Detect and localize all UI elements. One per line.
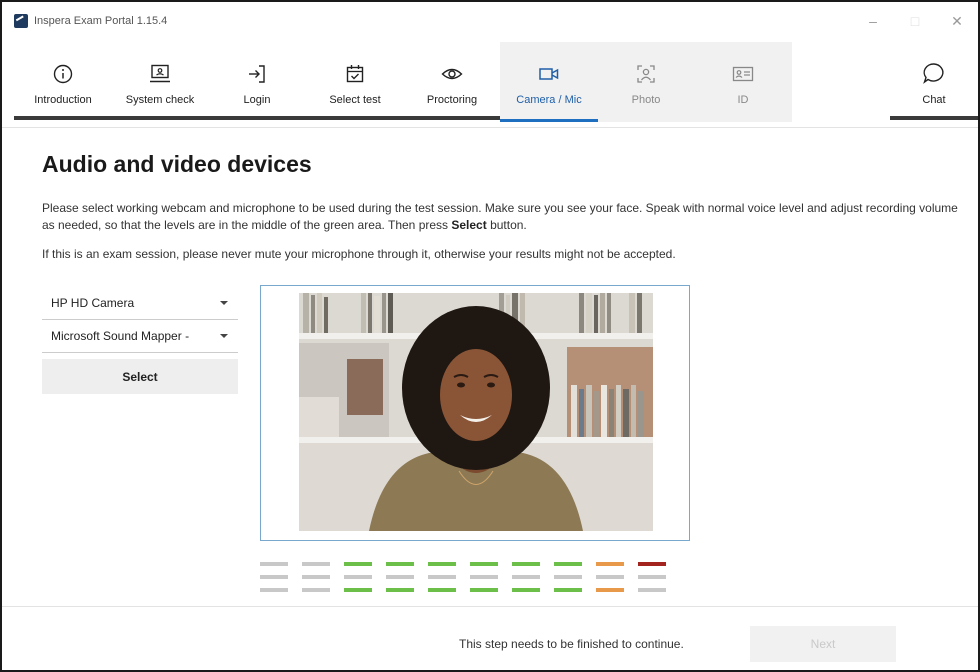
volume-meter-segment [596, 588, 624, 592]
step-id: ID [694, 42, 792, 122]
camera-select[interactable]: HP HD Camera [42, 287, 238, 320]
completed-steps-bar [14, 116, 500, 120]
select-button[interactable]: Select [42, 359, 238, 394]
app-logo-icon [14, 14, 28, 28]
volume-meter-segment [386, 562, 414, 566]
step-select-test[interactable]: Select test [306, 42, 404, 122]
step-camera-mic[interactable]: Camera / Mic [500, 42, 598, 122]
device-panel: HP HD Camera Microsoft Sound Mapper - Se… [42, 287, 238, 394]
page-title: Audio and video devices [42, 151, 312, 177]
volume-meter-segment [428, 575, 456, 579]
calendar-icon [346, 65, 364, 83]
volume-meter-segment [260, 575, 288, 579]
minimize-button[interactable]: – [852, 2, 894, 40]
step-label: Proctoring [426, 94, 478, 106]
chevron-down-icon [220, 334, 228, 338]
camera-select-value: HP HD Camera [51, 296, 135, 310]
chat-label: Chat [922, 94, 946, 106]
volume-meter-segment [428, 588, 456, 592]
volume-meter-segment [554, 562, 582, 566]
chat-bubble-icon [923, 63, 944, 84]
volume-meter-segment [344, 588, 372, 592]
step-label: Select test [329, 94, 381, 106]
laptop-icon [150, 64, 170, 83]
chat-tab-bar [890, 116, 978, 120]
volume-meter-segment [302, 575, 330, 579]
volume-meter-segment [470, 588, 498, 592]
camera-preview-frame [260, 285, 690, 541]
step-label: Introduction [34, 94, 92, 106]
instructions-text: Please select working webcam and microph… [42, 201, 958, 232]
close-button[interactable]: ✕ [936, 2, 978, 40]
footer-message: This step needs to be finished to contin… [459, 637, 684, 651]
app-window: Inspera Exam Portal 1.15.4 – □ ✕ Introdu… [0, 0, 980, 672]
active-step-indicator [500, 119, 598, 122]
camera-preview [299, 293, 653, 531]
volume-meter-segment [638, 588, 666, 592]
step-system-check[interactable]: System check [112, 42, 208, 122]
nav-separator [2, 127, 978, 128]
login-icon [249, 65, 265, 83]
volume-meter-segment [554, 575, 582, 579]
volume-meter-segment [512, 562, 540, 566]
window-title: Inspera Exam Portal 1.15.4 [34, 15, 168, 27]
volume-meter-segment [260, 562, 288, 566]
face-scan-icon [637, 65, 655, 83]
next-button[interactable]: Next [750, 626, 896, 662]
camera-icon [539, 68, 559, 80]
microphone-select[interactable]: Microsoft Sound Mapper - [42, 320, 238, 353]
volume-meter-segment [344, 562, 372, 566]
microphone-select-value: Microsoft Sound Mapper - [51, 329, 190, 343]
volume-meter-segment [596, 562, 624, 566]
chat-button[interactable]: Chat [890, 42, 978, 122]
volume-meter-segment [428, 562, 456, 566]
chevron-down-icon [220, 301, 228, 305]
step-label: System check [125, 94, 195, 106]
step-label: ID [737, 94, 749, 106]
volume-meter-segment [638, 575, 666, 579]
volume-meter-segment [596, 575, 624, 579]
id-card-icon [732, 66, 754, 82]
footer-separator [2, 606, 978, 607]
volume-meter-segment [386, 588, 414, 592]
steps-nav: Introduction System check Login Select t… [2, 42, 978, 122]
webcam-image [299, 293, 653, 531]
volume-meter-segment [512, 575, 540, 579]
volume-meter-segment [344, 575, 372, 579]
volume-meter-segment [260, 588, 288, 592]
step-label: Login [243, 94, 271, 106]
step-label: Camera / Mic [516, 94, 582, 106]
eye-icon [441, 68, 463, 80]
maximize-button[interactable]: □ [894, 2, 936, 40]
volume-meter-segment [638, 562, 666, 566]
step-label: Photo [631, 94, 661, 106]
mute-warning-text: If this is an exam session, please never… [42, 247, 676, 261]
volume-meter-segment [386, 575, 414, 579]
volume-meter [260, 562, 680, 596]
step-photo: Photo [598, 42, 694, 122]
info-icon [53, 64, 73, 84]
step-proctoring[interactable]: Proctoring [404, 42, 500, 122]
volume-meter-segment [512, 588, 540, 592]
volume-meter-segment [302, 562, 330, 566]
step-introduction[interactable]: Introduction [14, 42, 112, 122]
title-bar: Inspera Exam Portal 1.15.4 – □ ✕ [2, 2, 978, 40]
volume-meter-segment [470, 562, 498, 566]
volume-meter-segment [302, 588, 330, 592]
volume-meter-segment [470, 575, 498, 579]
step-login[interactable]: Login [208, 42, 306, 122]
volume-meter-segment [554, 588, 582, 592]
